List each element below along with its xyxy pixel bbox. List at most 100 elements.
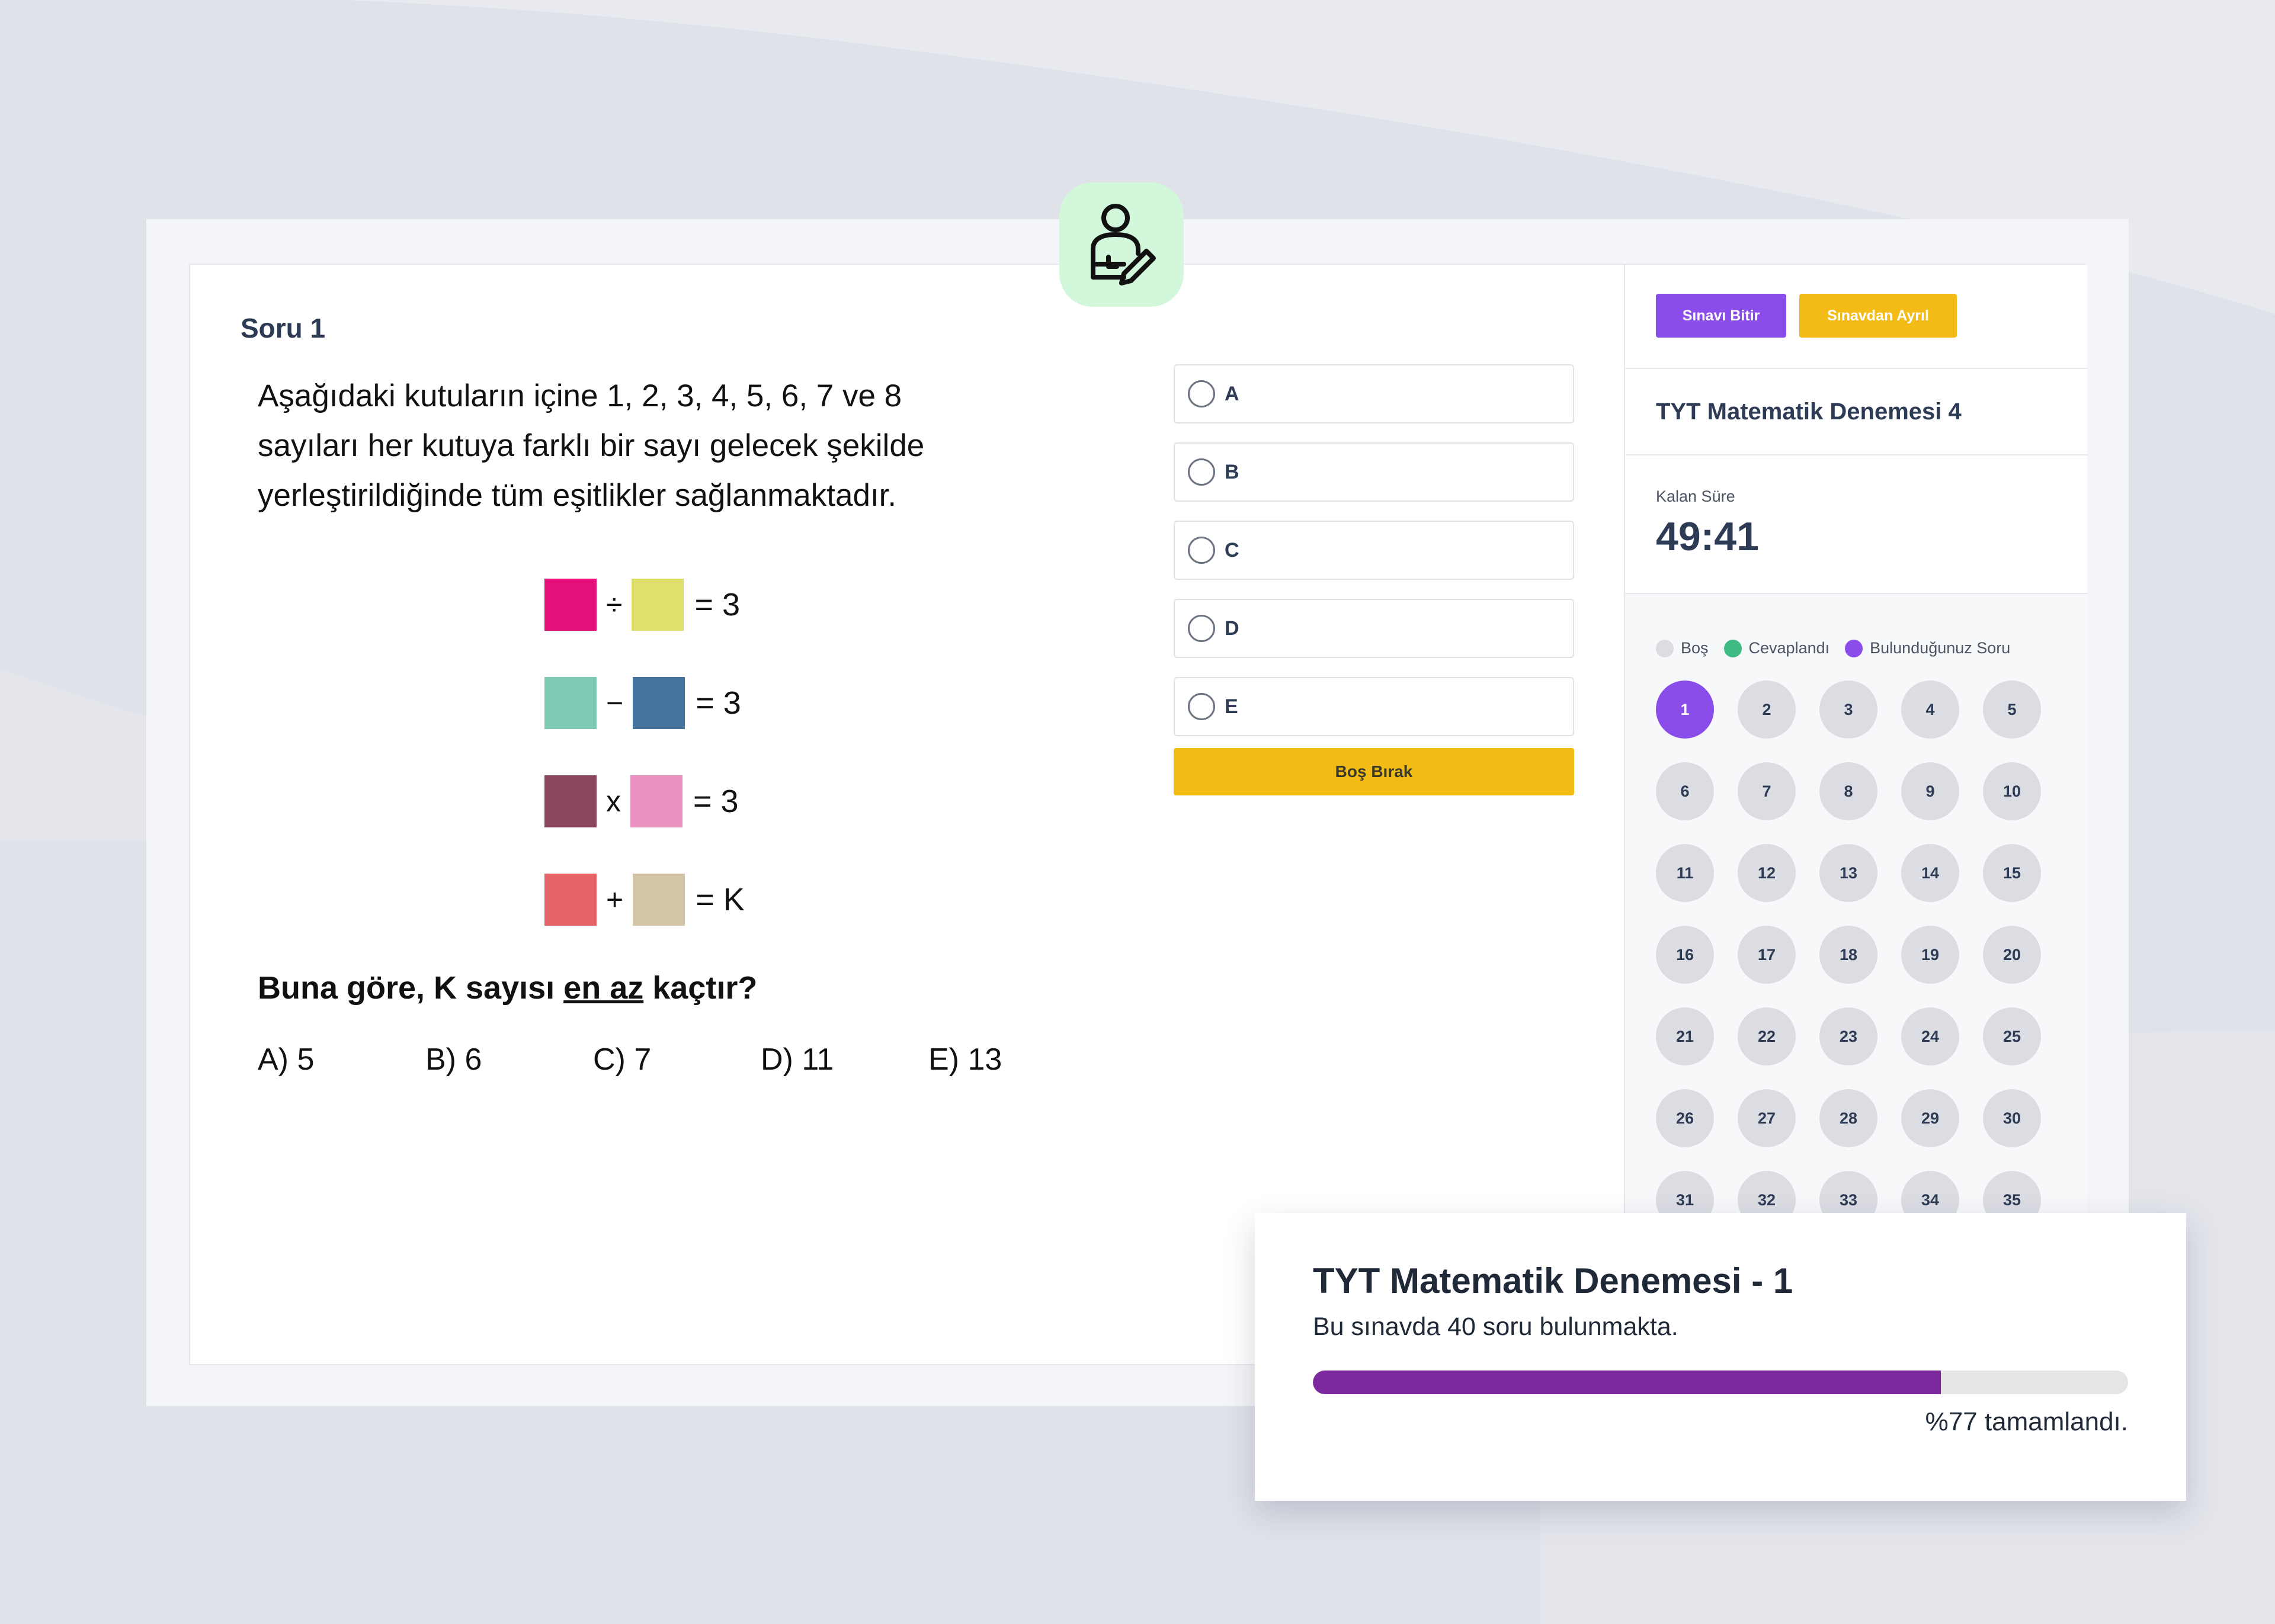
equation-result: = 3 bbox=[693, 784, 739, 819]
question-number-4[interactable]: 4 bbox=[1901, 681, 1959, 739]
leave-exam-button[interactable]: Sınavdan Ayrıl bbox=[1799, 294, 1957, 338]
option-label: E bbox=[1225, 695, 1238, 718]
question-number-16[interactable]: 16 bbox=[1656, 926, 1714, 984]
color-box bbox=[633, 677, 685, 729]
progress-text: %77 tamamlandı. bbox=[1925, 1407, 2128, 1436]
option-label: B bbox=[1225, 460, 1239, 483]
color-box bbox=[630, 775, 682, 827]
option-a[interactable]: A bbox=[1174, 364, 1574, 423]
choice-d: D) 11 bbox=[761, 1042, 834, 1077]
prompt-after: kaçtır? bbox=[643, 970, 758, 1006]
question-number-2[interactable]: 2 bbox=[1738, 681, 1796, 739]
legend-answered: Cevaplandı bbox=[1723, 639, 1830, 657]
question-number-3[interactable]: 3 bbox=[1819, 681, 1877, 739]
question-number-5[interactable]: 5 bbox=[1983, 681, 2041, 739]
question-number-12[interactable]: 12 bbox=[1738, 844, 1796, 902]
question-number-29[interactable]: 29 bbox=[1901, 1089, 1959, 1147]
sidebar-actions: Sınavı Bitir Sınavdan Ayrıl bbox=[1625, 265, 2087, 369]
question-number-grid: 1 2 3 4 5 6 7 8 9 10 11 12 13 14 15 16 17 18 19 20 21 22 23 24 2… bbox=[1656, 681, 2059, 1229]
option-label: C bbox=[1225, 538, 1239, 561]
question-number-17[interactable]: 17 bbox=[1738, 926, 1796, 984]
legend-label: Bulunduğunuz Soru bbox=[1870, 639, 2011, 657]
option-e[interactable]: E bbox=[1174, 677, 1574, 736]
color-box bbox=[544, 677, 597, 729]
question-number-8[interactable]: 8 bbox=[1819, 762, 1877, 820]
question-number-11[interactable]: 11 bbox=[1656, 844, 1714, 902]
timer-label: Kalan Süre bbox=[1656, 487, 1735, 505]
legend-empty: Boş bbox=[1656, 639, 1709, 657]
timer-panel: Kalan Süre 49:41 bbox=[1625, 455, 2087, 594]
question-number-26[interactable]: 26 bbox=[1656, 1089, 1714, 1147]
question-number-19[interactable]: 19 bbox=[1901, 926, 1959, 984]
color-box bbox=[544, 775, 597, 827]
equation-result: = 3 bbox=[696, 685, 741, 721]
answer-choices: A) 5 B) 6 C) 7 D) 11 E) 13 bbox=[258, 1042, 1096, 1077]
question-number-6[interactable]: 6 bbox=[1656, 762, 1714, 820]
question-number-25[interactable]: 25 bbox=[1983, 1007, 2041, 1065]
legend-current: Bulunduğunuz Soru bbox=[1845, 639, 2010, 657]
exam-card: Soru 1 Aşağıdaki kutuların içine 1, 2, 3… bbox=[189, 264, 2087, 1365]
question-number-7[interactable]: 7 bbox=[1738, 762, 1796, 820]
radio-icon[interactable] bbox=[1188, 458, 1215, 486]
legend-label: Boş bbox=[1681, 639, 1709, 657]
skip-button[interactable]: Boş Bırak bbox=[1174, 748, 1574, 795]
operator: − bbox=[606, 686, 624, 720]
answered-dot-icon bbox=[1723, 639, 1742, 657]
choice-a: A) 5 bbox=[258, 1042, 315, 1077]
question-number-24[interactable]: 24 bbox=[1901, 1007, 1959, 1065]
finish-exam-button[interactable]: Sınavı Bitir bbox=[1656, 294, 1786, 338]
status-legend: Boş Cevaplandı Bulunduğunuz Soru bbox=[1656, 639, 2026, 657]
option-c[interactable]: C bbox=[1174, 521, 1574, 580]
radio-icon[interactable] bbox=[1188, 380, 1215, 407]
operator: + bbox=[606, 883, 624, 916]
option-d[interactable]: D bbox=[1174, 599, 1574, 658]
prompt-underlined: en az bbox=[563, 970, 644, 1006]
student-writing-icon bbox=[1091, 204, 1156, 285]
question-text: Aşağıdaki kutuların içine 1, 2, 3, 4, 5,… bbox=[258, 378, 925, 513]
choice-e: E) 13 bbox=[928, 1042, 1002, 1077]
progress-bar bbox=[1313, 1371, 2128, 1394]
option-label: A bbox=[1225, 382, 1239, 405]
question-prompt: Buna göre, K sayısı en az kaçtır? bbox=[258, 970, 757, 1006]
legend-label: Cevaplandı bbox=[1748, 639, 1830, 657]
equation-4: + = K bbox=[544, 874, 745, 926]
option-b[interactable]: B bbox=[1174, 442, 1574, 502]
choice-b: B) 6 bbox=[425, 1042, 482, 1077]
question-number-15[interactable]: 15 bbox=[1983, 844, 2041, 902]
question-number-1[interactable]: 1 bbox=[1656, 681, 1714, 739]
question-number-20[interactable]: 20 bbox=[1983, 926, 2041, 984]
equation-result: = K bbox=[696, 882, 745, 917]
question-number-23[interactable]: 23 bbox=[1819, 1007, 1877, 1065]
question-number-30[interactable]: 30 bbox=[1983, 1089, 2041, 1147]
radio-icon[interactable] bbox=[1188, 615, 1215, 642]
color-box bbox=[544, 579, 597, 631]
question-number-28[interactable]: 28 bbox=[1819, 1089, 1877, 1147]
choice-c: C) 7 bbox=[593, 1042, 652, 1077]
question-number-10[interactable]: 10 bbox=[1983, 762, 2041, 820]
question-number-13[interactable]: 13 bbox=[1819, 844, 1877, 902]
timer-value: 49:41 bbox=[1656, 514, 1759, 559]
color-box bbox=[544, 874, 597, 926]
exam-sidebar: Sınavı Bitir Sınavdan Ayrıl TYT Matemati… bbox=[1624, 265, 2087, 1364]
question-number-18[interactable]: 18 bbox=[1819, 926, 1877, 984]
question-number-14[interactable]: 14 bbox=[1901, 844, 1959, 902]
progress-bar-fill bbox=[1313, 1371, 1941, 1394]
question-number-22[interactable]: 22 bbox=[1738, 1007, 1796, 1065]
radio-icon[interactable] bbox=[1188, 537, 1215, 564]
empty-dot-icon bbox=[1656, 639, 1674, 657]
exam-title: TYT Matematik Denemesi 4 bbox=[1625, 369, 2087, 455]
question-number-9[interactable]: 9 bbox=[1901, 762, 1959, 820]
operator: x bbox=[606, 785, 621, 818]
question-number-27[interactable]: 27 bbox=[1738, 1089, 1796, 1147]
radio-icon[interactable] bbox=[1188, 693, 1215, 720]
student-writing-badge bbox=[1059, 182, 1184, 307]
exam-progress-popup: TYT Matematik Denemesi - 1 Bu sınavda 40… bbox=[1255, 1213, 2186, 1501]
equation-1: ÷ = 3 bbox=[544, 579, 740, 631]
color-box bbox=[632, 579, 684, 631]
question-number-21[interactable]: 21 bbox=[1656, 1007, 1714, 1065]
equation-3: x = 3 bbox=[544, 775, 739, 827]
operator: ÷ bbox=[606, 588, 623, 621]
question-title: Soru 1 bbox=[241, 313, 326, 344]
current-dot-icon bbox=[1845, 639, 1863, 657]
popup-subtitle: Bu sınavda 40 soru bulunmakta. bbox=[1313, 1312, 1678, 1341]
